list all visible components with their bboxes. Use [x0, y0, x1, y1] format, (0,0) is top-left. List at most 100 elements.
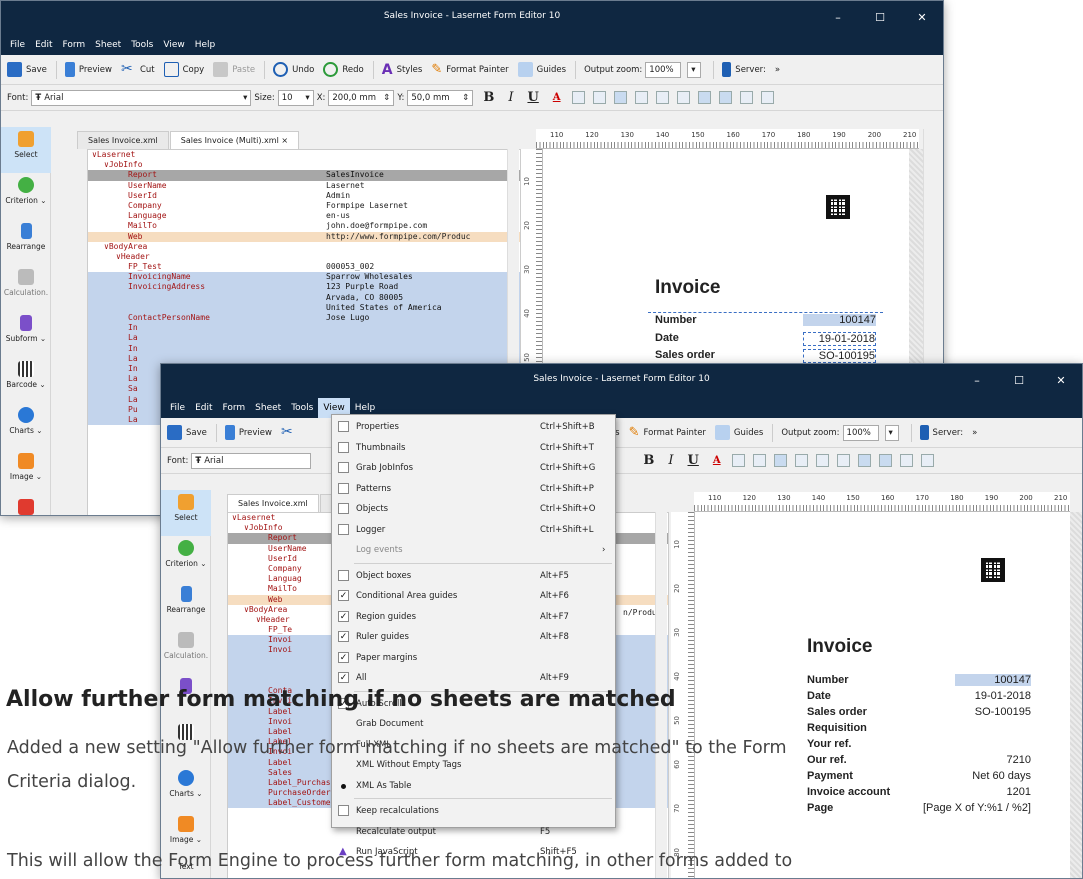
- view-menu-item-grab-jobinfos[interactable]: Grab JobInfos Ctrl+Shift+G: [332, 458, 615, 479]
- tool-subform[interactable]: Subform ⌄: [1, 311, 51, 357]
- tree-row[interactable]: Report SalesInvoice: [88, 170, 520, 181]
- underline-button[interactable]: U: [688, 453, 699, 468]
- border-inner-icon[interactable]: [676, 91, 690, 104]
- align-left-icon[interactable]: [571, 91, 585, 104]
- tree-row[interactable]: ∨BodyArea: [88, 242, 520, 252]
- menu-sheet[interactable]: Sheet: [250, 403, 286, 413]
- menu-help[interactable]: Help: [350, 403, 381, 413]
- menu-form[interactable]: Form: [58, 40, 91, 50]
- tool-rearrange[interactable]: Rearrange: [161, 582, 211, 628]
- y-field[interactable]: 50,0 mm ⇕: [407, 89, 474, 106]
- text-color-button[interactable]: A: [553, 92, 561, 103]
- tool-calculation[interactable]: Calculation.: [1, 265, 51, 311]
- align-right-icon[interactable]: [613, 91, 627, 104]
- align-center-icon[interactable]: [752, 454, 766, 467]
- border-h-icon[interactable]: [739, 91, 753, 104]
- tree-row[interactable]: Language en-us: [88, 211, 520, 221]
- view-menu-item-objects[interactable]: Objects Ctrl+Shift+O: [332, 499, 615, 520]
- view-menu-item-patterns[interactable]: Patterns Ctrl+Shift+P: [332, 479, 615, 500]
- tree-row[interactable]: ContactPersonName Jose Lugo: [88, 313, 520, 324]
- menu-tools[interactable]: Tools: [126, 40, 158, 50]
- checkbox-empty-icon[interactable]: [338, 805, 349, 816]
- view-menu-item-keep-recalculations[interactable]: Keep recalculations: [332, 801, 615, 822]
- view-menu-item-object-boxes[interactable]: Object boxes Alt+F5: [332, 566, 615, 587]
- bold-button[interactable]: B: [643, 453, 654, 468]
- tool-charts[interactable]: Charts ⌄: [161, 766, 211, 812]
- italic-button[interactable]: I: [508, 90, 513, 105]
- menu-file[interactable]: File: [5, 40, 30, 50]
- checkbox-checked-icon[interactable]: ✓: [338, 590, 349, 601]
- menu-form[interactable]: Form: [218, 403, 251, 413]
- close-icon[interactable]: ✕: [901, 7, 943, 29]
- border-grid-icon[interactable]: [920, 454, 934, 467]
- tree-row[interactable]: ∨JobInfo: [88, 160, 520, 170]
- view-menu-item-region-guides[interactable]: ✓ Region guides Alt+F7: [332, 607, 615, 628]
- close-icon[interactable]: ✕: [1040, 370, 1082, 392]
- maximize-icon[interactable]: ☐: [998, 370, 1040, 392]
- align-justify-icon[interactable]: [634, 91, 648, 104]
- view-menu-item-logger[interactable]: Logger Ctrl+Shift+L: [332, 520, 615, 541]
- border-inner-icon[interactable]: [836, 454, 850, 467]
- tree-row[interactable]: La: [88, 333, 520, 344]
- cut-button[interactable]: ✂: [281, 425, 300, 440]
- border-outer-icon[interactable]: [857, 454, 871, 467]
- view-menu-item-paper-margins[interactable]: ✓ Paper margins: [332, 648, 615, 669]
- toolbar-overflow[interactable]: »: [972, 428, 977, 438]
- paste-button[interactable]: Paste: [213, 62, 255, 77]
- checkbox-empty-icon[interactable]: [338, 503, 349, 514]
- tree-row[interactable]: InvoicingAddress 123 Purple Road: [88, 282, 520, 293]
- menu-sheet[interactable]: Sheet: [90, 40, 126, 50]
- tool-image[interactable]: Image ⌄: [1, 449, 51, 495]
- bold-button[interactable]: B: [483, 90, 494, 105]
- menu-view[interactable]: View: [158, 40, 189, 50]
- server-button[interactable]: Server:: [722, 62, 766, 77]
- output-zoom-select[interactable]: 100%: [842, 424, 879, 441]
- italic-button[interactable]: I: [668, 453, 673, 468]
- align-justify-icon[interactable]: [794, 454, 808, 467]
- tool-text[interactable]: Text: [1, 495, 51, 515]
- view-menu-item-xml-as-table[interactable]: XML As Table: [332, 776, 615, 797]
- menu-tools[interactable]: Tools: [286, 403, 318, 413]
- copy-button[interactable]: Copy: [163, 62, 204, 77]
- view-menu-item-all[interactable]: ✓ All Alt+F9: [332, 668, 615, 689]
- tool-charts[interactable]: Charts ⌄: [1, 403, 51, 449]
- view-menu-item-properties[interactable]: Properties Ctrl+Shift+B: [332, 417, 615, 438]
- underline-button[interactable]: U: [527, 90, 538, 105]
- tree-row[interactable]: ∨Header: [88, 252, 520, 262]
- minimize-icon[interactable]: –: [956, 370, 998, 392]
- preview-button[interactable]: Preview: [224, 425, 272, 440]
- font-select[interactable]: Ŧ Arial: [191, 452, 312, 469]
- maximize-icon[interactable]: ☐: [859, 7, 901, 29]
- tree-row[interactable]: United States of America: [88, 302, 520, 313]
- tree-row[interactable]: FP_Test 000053_002: [88, 262, 520, 272]
- tab-sales-invoice-multi[interactable]: Sales Invoice (Multi).xml ×: [169, 131, 300, 149]
- tree-row[interactable]: In: [88, 323, 520, 334]
- view-menu-item-grab-document[interactable]: Grab Document: [332, 714, 615, 735]
- checkbox-empty-icon[interactable]: [338, 482, 349, 494]
- menu-edit[interactable]: Edit: [30, 40, 57, 50]
- checkbox-checked-icon[interactable]: ✓: [338, 610, 349, 622]
- border-h-icon[interactable]: [899, 454, 913, 467]
- checkbox-empty-icon[interactable]: [338, 523, 349, 535]
- minimize-icon[interactable]: –: [817, 7, 859, 29]
- menu-file[interactable]: File: [165, 403, 190, 413]
- tree-row[interactable]: Company Formpipe Lasernet: [88, 201, 520, 211]
- tree-row[interactable]: Arvada, CO 80005: [88, 292, 520, 303]
- checkbox-checked-icon[interactable]: ✓: [338, 672, 349, 683]
- checkbox-empty-icon[interactable]: [338, 569, 349, 581]
- tree-row[interactable]: ∨Lasernet: [88, 150, 520, 160]
- border-icon[interactable]: [815, 454, 829, 467]
- checkbox-checked-icon[interactable]: ✓: [338, 651, 349, 663]
- view-menu-item-ruler-guides[interactable]: ✓ Ruler guides Alt+F8: [332, 627, 615, 648]
- tab-sales-invoice[interactable]: Sales Invoice.xml: [77, 131, 169, 149]
- tool-barcode[interactable]: Barcode ⌄: [1, 357, 51, 403]
- redo-button[interactable]: Redo: [323, 62, 364, 77]
- tree-row[interactable]: UserId Admin: [88, 191, 520, 201]
- tree-row[interactable]: Web http://www.formpipe.com/Produc: [88, 231, 520, 242]
- checkbox-empty-icon[interactable]: [338, 421, 349, 432]
- size-select[interactable]: 10 ▾: [277, 89, 314, 106]
- tool-criterion[interactable]: Criterion ⌄: [161, 536, 211, 582]
- tool-rearrange[interactable]: Rearrange: [1, 219, 51, 265]
- preview-button[interactable]: Preview: [64, 62, 112, 77]
- format-painter-button[interactable]: ✎ Format Painter: [629, 425, 706, 440]
